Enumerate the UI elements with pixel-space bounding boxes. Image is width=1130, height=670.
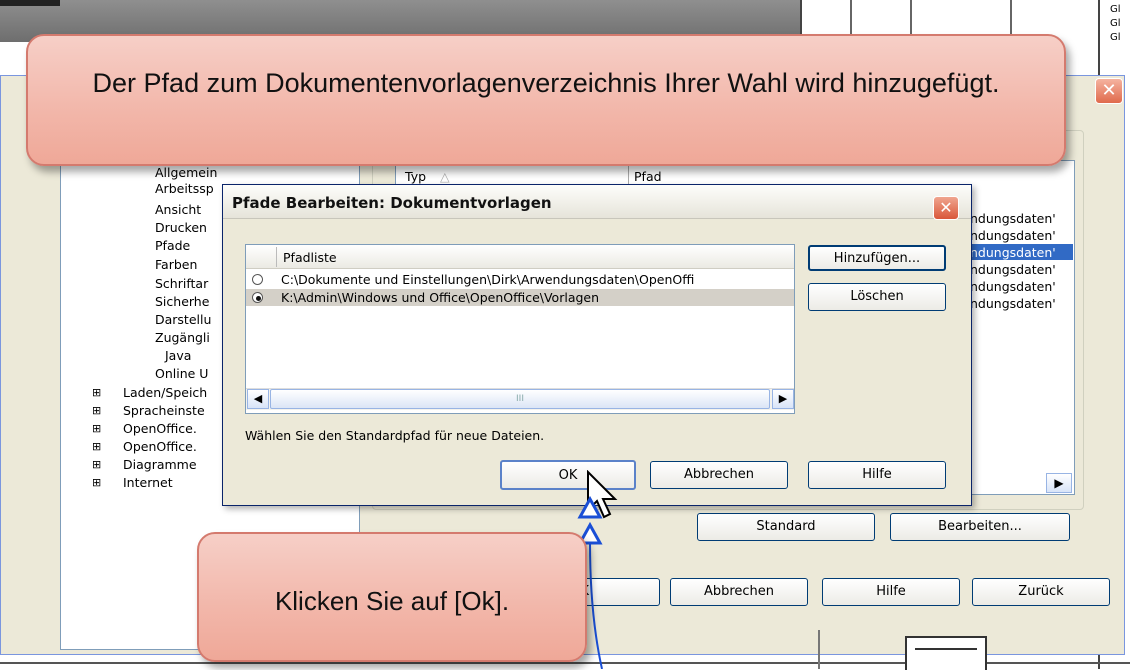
tree-expand-icon[interactable]: ⊞ xyxy=(92,440,101,454)
tree-item[interactable]: Ansicht xyxy=(155,203,201,217)
tree-item[interactable]: Arbeitssp xyxy=(155,182,214,196)
tree-item-selected[interactable]: Pfade xyxy=(155,239,190,253)
bottom-right-strip xyxy=(818,630,820,669)
path-list-header-label[interactable]: Pfadliste xyxy=(283,250,337,265)
tree-expand-icon[interactable]: ⊞ xyxy=(92,458,101,472)
tree-expand-icon[interactable]: ⊞ xyxy=(92,386,101,400)
tree-item[interactable]: Farben xyxy=(155,258,197,272)
path-cell: ndungsdaten' xyxy=(970,279,1056,294)
path-cell: ndungsdaten' xyxy=(970,245,1056,260)
tree-item[interactable]: Zugängli xyxy=(155,331,210,345)
standard-button[interactable]: Standard xyxy=(697,513,875,541)
tree-item[interactable]: Schriftar xyxy=(155,277,208,291)
right-edge-label: Gl xyxy=(1110,18,1121,29)
delete-path-button[interactable]: Löschen xyxy=(808,283,946,311)
path-entry[interactable]: K:\Admin\Windows und Office\OpenOffice\V… xyxy=(281,290,791,305)
tree-item[interactable]: Sicherhe xyxy=(155,295,209,309)
tree-expand-icon[interactable]: ⊞ xyxy=(92,422,101,436)
scroll-right-button[interactable]: ▶ xyxy=(1046,473,1072,493)
tree-item[interactable]: Darstellu xyxy=(155,313,211,327)
column-header-path[interactable]: Pfad xyxy=(634,170,662,184)
column-header-type[interactable]: Typ xyxy=(405,170,426,184)
path-cell: ndungsdaten' xyxy=(970,262,1056,277)
right-edge-label: Gl xyxy=(1110,4,1121,15)
edit-button[interactable]: Bearbeiten... xyxy=(890,513,1070,541)
scroll-thumb[interactable]: III xyxy=(270,389,770,409)
tree-group[interactable]: OpenOffice. xyxy=(123,440,197,454)
path-cell: ndungsdaten' xyxy=(970,228,1056,243)
document-thumbnail-icon xyxy=(905,636,987,670)
right-edge-label: Gl xyxy=(1110,32,1121,43)
tree-group[interactable]: Internet xyxy=(123,476,173,490)
tree-item[interactable]: Allgemein xyxy=(155,166,217,180)
dialog-title: Pfade Bearbeiten: Dokumentvorlagen xyxy=(232,194,552,212)
document-thumbnail-line xyxy=(915,648,977,650)
radio-button[interactable] xyxy=(252,274,263,285)
options-close-button[interactable]: ✕ xyxy=(1095,78,1123,104)
tree-expand-icon[interactable]: ⊞ xyxy=(92,476,101,490)
tree-item[interactable]: Drucken xyxy=(155,221,207,235)
tree-expand-icon[interactable]: ⊞ xyxy=(92,404,101,418)
cancel-button[interactable]: Abbrechen xyxy=(650,461,788,489)
tree-group[interactable]: Spracheinste xyxy=(123,404,205,418)
help-button[interactable]: Hilfe xyxy=(808,461,946,489)
close-icon[interactable]: ✕ xyxy=(933,196,959,220)
callout-bottom-text: Klicken Sie auf [Ok]. xyxy=(274,586,510,616)
options-help-button[interactable]: Hilfe xyxy=(822,578,960,606)
add-path-button[interactable]: Hinzufügen... xyxy=(808,245,946,271)
tree-group[interactable]: Diagramme xyxy=(123,458,197,472)
path-entry[interactable]: C:\Dokumente und Einstellungen\Dirk\Arwe… xyxy=(281,272,791,287)
path-cell: ndungsdaten' xyxy=(970,296,1056,311)
path-cell: ndungsdaten' xyxy=(970,211,1056,226)
tree-group[interactable]: Laden/Speich xyxy=(123,386,207,400)
column-separator xyxy=(628,166,629,186)
options-back-button[interactable]: Zurück xyxy=(972,578,1110,606)
header-separator xyxy=(276,247,277,267)
scroll-left-button[interactable]: ◀ xyxy=(247,389,269,409)
background-dark-strip xyxy=(0,0,60,6)
scroll-right-button[interactable]: ▶ xyxy=(772,389,794,409)
callout-top-text: Der Pfad zum Dokumentenvorlagenverzeichn… xyxy=(92,68,1000,98)
tree-item[interactable]: Java xyxy=(165,349,191,363)
radio-dot xyxy=(256,296,261,301)
default-path-hint: Wählen Sie den Standardpfad für neue Dat… xyxy=(245,428,545,443)
tree-item[interactable]: Online U xyxy=(155,367,208,381)
tree-group[interactable]: OpenOffice. xyxy=(123,422,197,436)
sort-arrow-icon: △ xyxy=(440,169,450,184)
options-cancel-button[interactable]: Abbrechen xyxy=(670,578,808,606)
